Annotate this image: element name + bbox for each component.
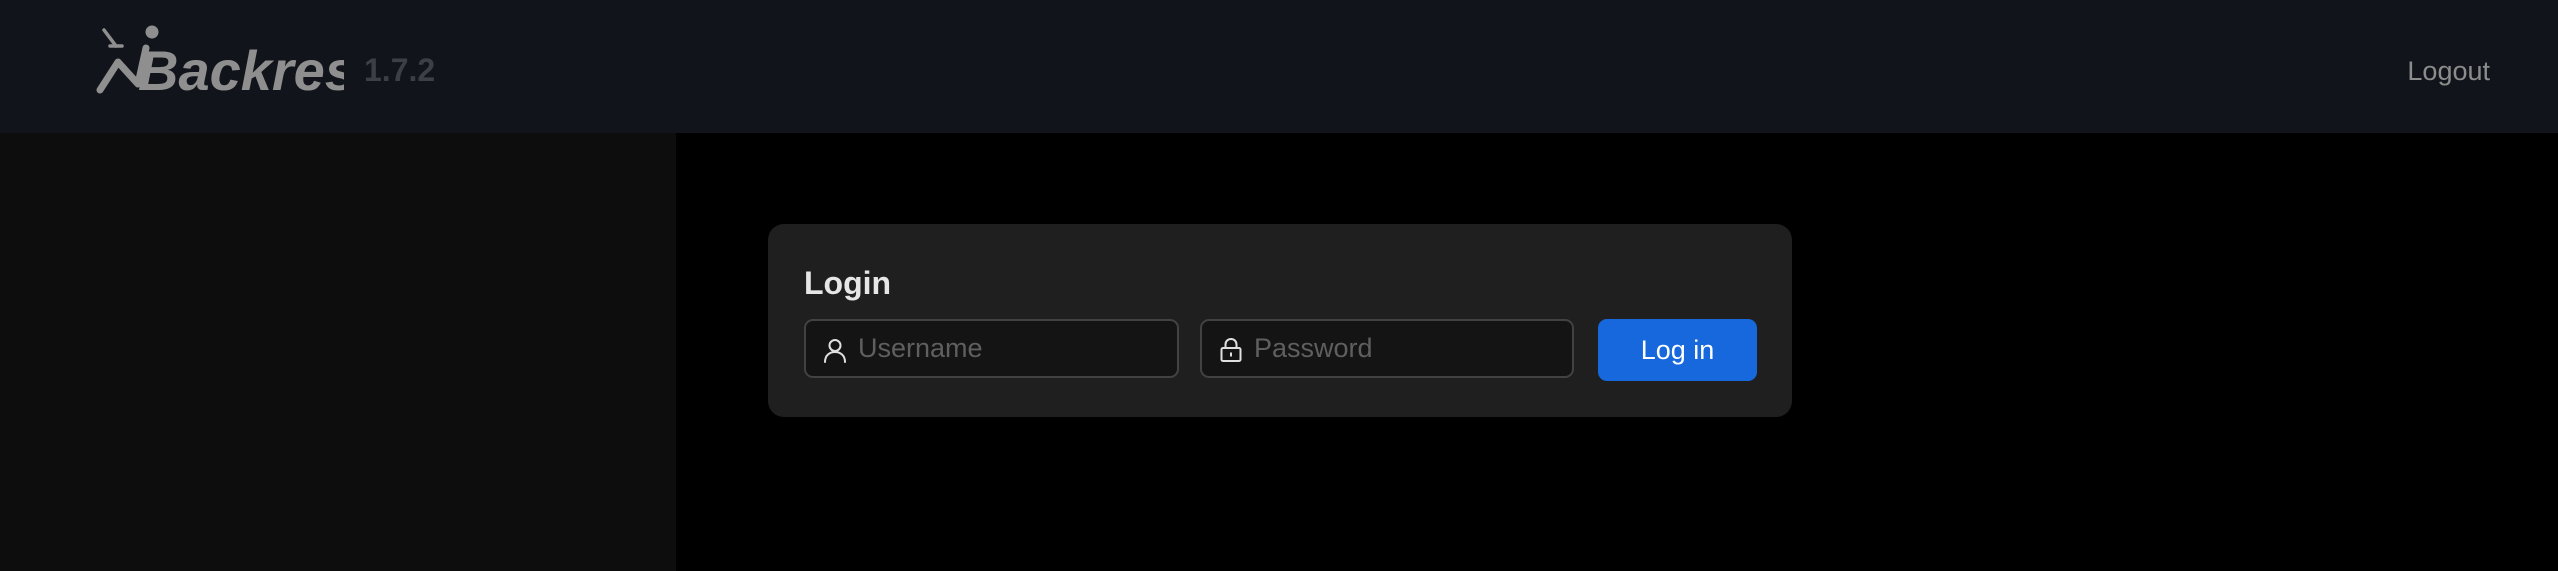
user-icon bbox=[824, 339, 846, 363]
sidebar bbox=[0, 133, 676, 571]
app-header: Backrest 1.7.2 Logout bbox=[0, 0, 2558, 133]
password-field[interactable] bbox=[1200, 319, 1574, 378]
password-input[interactable] bbox=[1254, 321, 1560, 376]
login-title: Login bbox=[804, 265, 892, 301]
logout-link[interactable]: Logout bbox=[2407, 55, 2490, 87]
login-button[interactable]: Log in bbox=[1598, 319, 1757, 381]
backrest-logo[interactable]: Backrest bbox=[96, 24, 344, 96]
lock-icon bbox=[1220, 337, 1242, 362]
username-field[interactable] bbox=[804, 319, 1179, 378]
logo-text: Backrest bbox=[138, 39, 344, 96]
login-card: Login Log in bbox=[768, 224, 1792, 417]
username-input[interactable] bbox=[858, 321, 1165, 376]
app-version: 1.7.2 bbox=[364, 52, 436, 88]
